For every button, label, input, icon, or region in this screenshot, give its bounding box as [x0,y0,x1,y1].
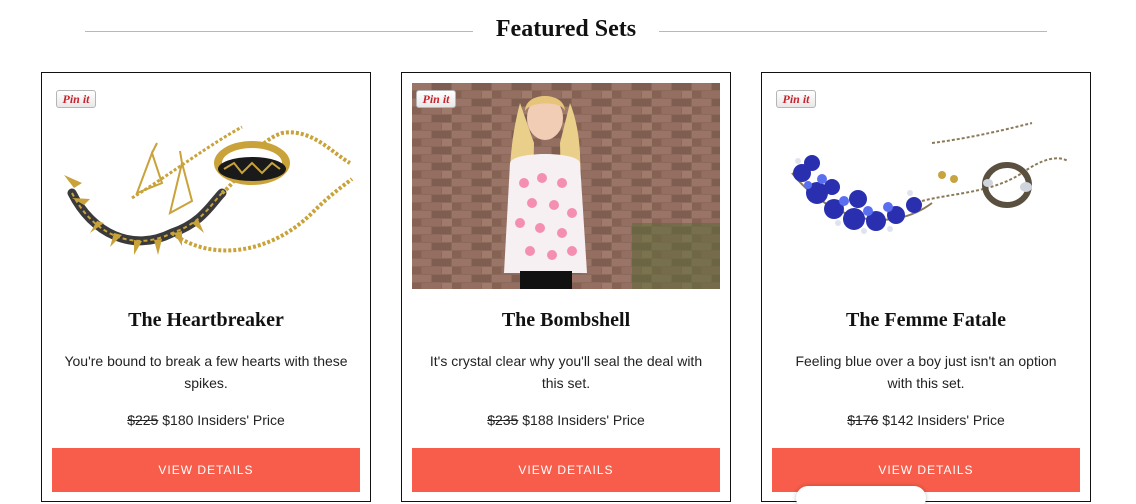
product-title[interactable]: The Bombshell [402,309,730,332]
featured-sets-header: Featured Sets [85,14,1047,50]
floating-widget-tab[interactable] [796,486,926,504]
product-description: It's crystal clear why you'll seal the d… [429,353,703,391]
pin-it-button[interactable]: Pin it [56,90,96,108]
gold-jewelry-illustration [52,83,360,289]
product-title[interactable]: The Heartbreaker [42,309,370,332]
original-price: $235 [487,412,519,428]
view-details-button[interactable]: VIEW DETAILS [52,448,360,492]
blue-jewelry-illustration [772,83,1080,289]
product-description: Feeling blue over a boy just isn't an op… [795,353,1057,391]
product-description: You're bound to break a few hearts with … [64,353,348,391]
product-image-jewelry-gold[interactable]: Pin it [52,83,360,289]
price-note: Insiders' Price [557,412,645,428]
section-title: Featured Sets [495,16,637,42]
product-card-heartbreaker: Pin it The Heartbreaker You're bound to … [41,72,371,502]
pin-it-button[interactable]: Pin it [776,90,816,108]
product-image-model-photo[interactable]: Pin it [412,83,720,289]
view-details-button[interactable]: VIEW DETAILS [412,448,720,492]
original-price: $176 [847,412,879,428]
insider-price: $188 [522,412,554,428]
product-price: $225 $180 Insiders' Price [42,412,370,428]
product-card-femme-fatale: Pin it The Femme Fatale Feeling blue ove… [761,72,1091,502]
product-image-jewelry-blue[interactable]: Pin it [772,83,1080,289]
insider-price: $180 [162,412,194,428]
pin-it-button[interactable]: Pin it [416,90,456,108]
product-price: $235 $188 Insiders' Price [402,412,730,428]
price-note: Insiders' Price [197,412,285,428]
heading-divider-right [659,31,1047,32]
product-title[interactable]: The Femme Fatale [762,309,1090,332]
product-card-bombshell: Pin it The Bombshell It's crystal clear … [401,72,731,502]
model-photo-illustration [412,83,720,289]
insider-price: $142 [882,412,914,428]
product-price: $176 $142 Insiders' Price [762,412,1090,428]
original-price: $225 [127,412,159,428]
price-note: Insiders' Price [917,412,1005,428]
